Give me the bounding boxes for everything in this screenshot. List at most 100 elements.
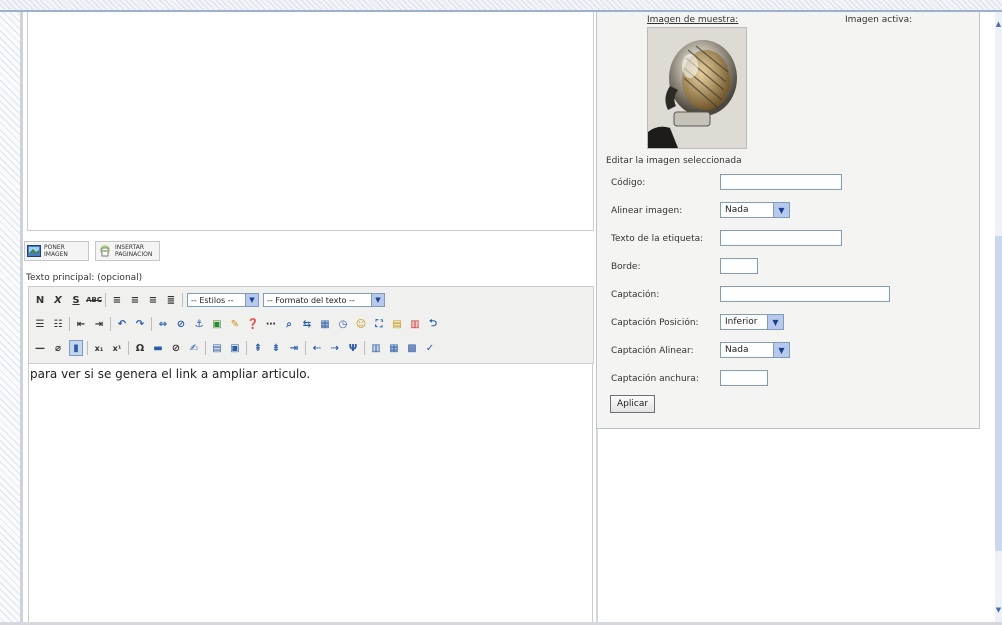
- spellcheck-icon[interactable]: ✓: [423, 340, 437, 356]
- align-center-icon[interactable]: ≡: [128, 292, 142, 308]
- insert-image-button[interactable]: PONER IMAGEN: [24, 241, 89, 261]
- merge-cells-icon[interactable]: ▦: [387, 340, 401, 356]
- superscript-icon[interactable]: x¹: [110, 340, 124, 356]
- find-icon[interactable]: ⌕: [282, 316, 296, 332]
- replace-icon[interactable]: ⇆: [300, 316, 314, 332]
- styles-select[interactable]: -- Estilos -- ▼: [187, 293, 259, 307]
- insert-image-label: PONER IMAGEN: [44, 244, 68, 258]
- bold-button[interactable]: N: [33, 292, 47, 308]
- format-select[interactable]: -- Formato del texto -- ▼: [263, 293, 385, 307]
- numbered-list-icon[interactable]: ☷: [51, 316, 65, 332]
- caption-position-value: Inferior: [725, 317, 758, 327]
- chevron-down-icon: ▼: [767, 315, 783, 329]
- toolbar-row-1: N X S ABC ≡ ≡ ≡ ≣ -- Estilos -- ▼ -- For…: [33, 290, 385, 310]
- sample-image-preview[interactable]: [647, 27, 747, 149]
- border-field[interactable]: [720, 258, 758, 274]
- toolbar-separator: [105, 293, 106, 307]
- toolbar-row-3: — ⌀ ▮ x₁ x¹ Ω ▬ ⊘ ✍ ▤ ▣ ⇞ ⇟ ⇥ ⇠ ⇢ Ψ ▥ ▦ …: [33, 338, 437, 358]
- horizontal-rule-icon[interactable]: —: [33, 340, 47, 356]
- outdent-icon[interactable]: ⇤: [74, 316, 88, 332]
- toolbar-separator: [246, 341, 247, 355]
- nonbreaking-icon[interactable]: ⊘: [169, 340, 183, 356]
- emoticon-icon[interactable]: ☺: [354, 316, 368, 332]
- caption-position-select[interactable]: Inferior ▼: [720, 314, 784, 330]
- scrollbar-thumb[interactable]: [995, 236, 1002, 551]
- cell-props-icon[interactable]: ▩: [405, 340, 419, 356]
- caption-width-label: Captación anchura:: [611, 374, 699, 384]
- scroll-up-icon[interactable]: ▲: [995, 20, 1002, 30]
- chevron-down-icon: ▼: [773, 203, 789, 217]
- date-icon[interactable]: ▦: [318, 316, 332, 332]
- caption-width-field[interactable]: [720, 370, 768, 386]
- main-text-caption: Texto principal: (opcional): [26, 273, 143, 283]
- caption-field[interactable]: [720, 286, 890, 302]
- pagebreak-icon: [98, 244, 112, 258]
- col-before-icon[interactable]: ⇠: [310, 340, 324, 356]
- paste-icon[interactable]: ▤: [390, 316, 404, 332]
- code-label: Código:: [611, 178, 646, 188]
- chevron-down-icon: ▼: [371, 294, 384, 306]
- border-label: Borde:: [611, 262, 641, 272]
- unlink-icon[interactable]: ⊘: [174, 316, 188, 332]
- align-justify-icon[interactable]: ≣: [164, 292, 178, 308]
- help-icon[interactable]: ❓: [246, 316, 260, 332]
- caption-align-select[interactable]: Nada ▼: [720, 342, 790, 358]
- visual-aid-icon[interactable]: ▮: [69, 340, 83, 356]
- table-icon[interactable]: ▤: [210, 340, 224, 356]
- subscript-icon[interactable]: x₁: [92, 340, 106, 356]
- intro-text-editor[interactable]: [27, 12, 594, 231]
- code-icon[interactable]: ⋯: [264, 316, 278, 332]
- split-cells-icon[interactable]: ▥: [369, 340, 383, 356]
- row-after-icon[interactable]: ⇟: [269, 340, 283, 356]
- chevron-down-icon: ▼: [245, 294, 258, 306]
- delete-col-icon[interactable]: Ψ: [346, 340, 360, 356]
- image-icon: [27, 244, 41, 258]
- cleanup-icon[interactable]: ✎: [228, 316, 242, 332]
- main-text-editor[interactable]: [28, 364, 593, 623]
- anchor-icon[interactable]: ⚓: [192, 316, 206, 332]
- code-field[interactable]: [720, 174, 842, 190]
- edit-css-icon[interactable]: ✍: [187, 340, 201, 356]
- toolbar-row-2: ☰ ☷ ⇤ ⇥ ↶ ↷ ⇔ ⊘ ⚓ ▣ ✎ ❓ ⋯ ⌕ ⇆ ▦ ◷ ☺ ⛶ ▤ …: [33, 314, 440, 334]
- link-icon[interactable]: ⇔: [156, 316, 170, 332]
- insert-pagebreak-label: INSERTAR PAGINACION: [115, 244, 153, 258]
- paste-word-icon[interactable]: ▥: [408, 316, 422, 332]
- align-right-icon[interactable]: ≡: [146, 292, 160, 308]
- insert-pagebreak-button[interactable]: INSERTAR PAGINACION: [95, 241, 160, 261]
- media-icon[interactable]: ▬: [151, 340, 165, 356]
- undo-icon[interactable]: ↶: [115, 316, 129, 332]
- indent-icon[interactable]: ⇥: [92, 316, 106, 332]
- row-before-icon[interactable]: ⇞: [251, 340, 265, 356]
- toolbar-separator: [205, 341, 206, 355]
- col-after-icon[interactable]: ⇢: [328, 340, 342, 356]
- strikethrough-button[interactable]: ABC: [86, 292, 102, 308]
- align-image-select[interactable]: Nada ▼: [720, 202, 790, 218]
- apply-button[interactable]: Aplicar: [610, 395, 656, 413]
- caption-position-label: Captación Posición:: [611, 318, 699, 328]
- format-select-value: -- Formato del texto --: [267, 295, 355, 305]
- delete-row-icon[interactable]: ⇥: [287, 340, 301, 356]
- image-insert-icon[interactable]: ▣: [210, 316, 224, 332]
- table-props-icon[interactable]: ▣: [228, 340, 242, 356]
- toolbar-separator: [128, 341, 129, 355]
- caption-label: Captación:: [611, 290, 660, 300]
- align-left-icon[interactable]: ≡: [110, 292, 124, 308]
- chevron-down-icon: ▼: [773, 343, 789, 357]
- alt-text-label: Texto de la etiqueta:: [611, 234, 704, 244]
- fullscreen-icon[interactable]: ⛶: [372, 316, 386, 332]
- remove-format-icon[interactable]: ⌀: [51, 340, 65, 356]
- special-char-icon[interactable]: Ω: [133, 340, 147, 356]
- caption-align-value: Nada: [725, 345, 749, 355]
- scroll-down-icon[interactable]: ▼: [995, 606, 1002, 616]
- time-icon[interactable]: ◷: [336, 316, 350, 332]
- alt-text-field[interactable]: [720, 230, 842, 246]
- bullet-list-icon[interactable]: ☰: [33, 316, 47, 332]
- toolbar-separator: [87, 341, 88, 355]
- insert-layer-icon[interactable]: ⮌: [426, 316, 440, 332]
- underline-button[interactable]: S: [69, 292, 83, 308]
- italic-button[interactable]: X: [51, 292, 65, 308]
- redo-icon[interactable]: ↷: [133, 316, 147, 332]
- sample-image-label: Imagen de muestra:: [647, 15, 739, 25]
- align-image-label: Alinear imagen:: [611, 206, 683, 216]
- microphone-image: [648, 28, 746, 148]
